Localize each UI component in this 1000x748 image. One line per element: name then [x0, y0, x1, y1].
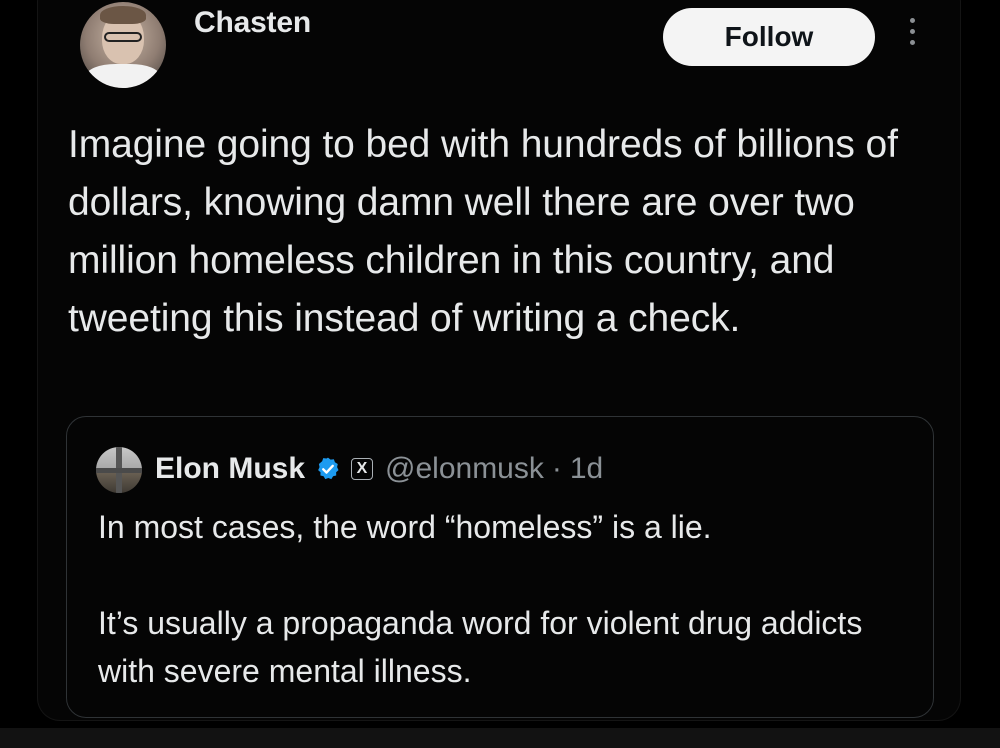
- separator-dot: ·: [551, 452, 562, 485]
- quote-author-avatar[interactable]: [96, 447, 142, 493]
- quote-timestamp[interactable]: 1d: [570, 452, 603, 486]
- follow-button[interactable]: Follow: [663, 8, 875, 66]
- quote-paragraph: In most cases, the word “homeless” is a …: [98, 509, 712, 545]
- verified-badge-icon: [318, 457, 339, 480]
- x-logo-icon: X: [351, 458, 374, 480]
- quote-paragraph: It’s usually a propaganda word for viole…: [98, 605, 863, 689]
- post-text: Imagine going to bed with hundreds of bi…: [68, 123, 898, 340]
- quote-author-name[interactable]: Elon Musk: [155, 452, 305, 486]
- author-avatar[interactable]: [80, 2, 166, 88]
- quote-text: In most cases, the word “homeless” is a …: [98, 503, 918, 695]
- quote-author-handle[interactable]: @elonmusk: [385, 452, 544, 486]
- bottom-bar: [0, 728, 1000, 748]
- quote-header: Elon Musk X @elonmusk · 1d: [155, 448, 603, 490]
- more-vertical-icon[interactable]: [904, 18, 920, 54]
- author-name[interactable]: Chasten: [194, 6, 311, 40]
